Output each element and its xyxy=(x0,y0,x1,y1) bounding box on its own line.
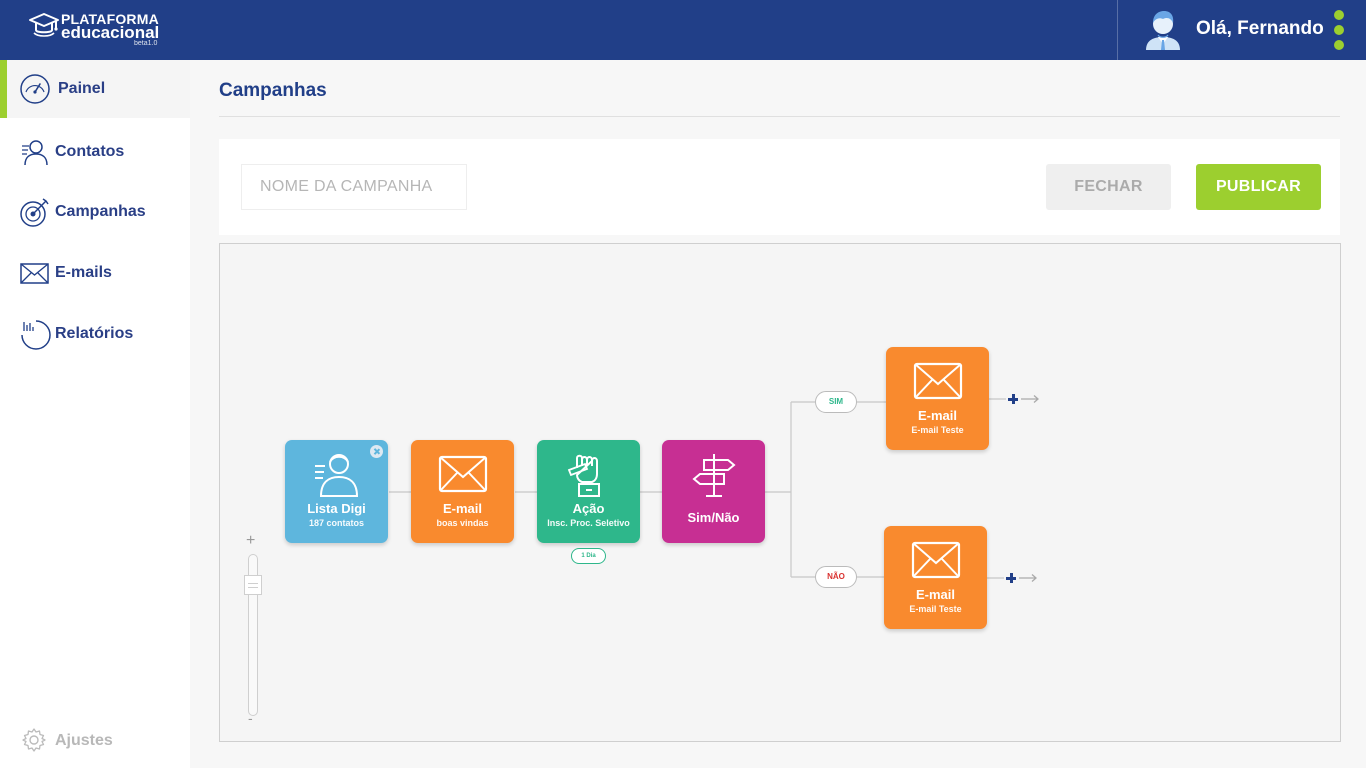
delay-badge[interactable]: 1 Dia xyxy=(571,548,606,564)
raised-fist-icon xyxy=(567,454,600,497)
node-title: E-mail xyxy=(442,501,482,516)
zoom-slider-handle[interactable] xyxy=(244,575,262,595)
flow-connectors xyxy=(389,398,1006,579)
signpost-icon xyxy=(692,454,736,497)
arrow-right-icon xyxy=(1021,395,1039,403)
node-title: Ação xyxy=(572,501,605,516)
chart-icon xyxy=(21,320,51,350)
close-button[interactable]: FECHAR xyxy=(1046,164,1171,210)
publish-button[interactable]: PUBLICAR xyxy=(1196,164,1321,210)
settings-label: Ajustes xyxy=(55,732,113,749)
flow-node-yes-no[interactable]: Sim/Não xyxy=(662,440,765,543)
top-bar: PLATAFORMA educacional beta1.0 Olá, Fern… xyxy=(0,0,1366,60)
sidebar-item-relatorios[interactable]: Relatórios xyxy=(0,305,190,363)
sidebar: Painel Contatos Campanhas E-mails Relató… xyxy=(0,60,190,768)
node-subtitle: 187 contatos xyxy=(308,518,365,528)
envelope-icon xyxy=(438,455,488,493)
zoom-out-button[interactable]: - xyxy=(248,710,253,726)
flow-canvas[interactable]: Lista Digi 187 contatos E-mail boas vind… xyxy=(219,243,1341,742)
flow-node-email-no[interactable]: E-mail E-mail Teste xyxy=(884,526,987,629)
add-step-button[interactable] xyxy=(1004,571,1018,585)
node-title: E-mail xyxy=(917,408,957,423)
arrow-right-icon xyxy=(1019,574,1037,582)
envelope-icon xyxy=(20,263,49,284)
graduation-cap-icon xyxy=(29,13,59,37)
remove-node-icon[interactable] xyxy=(370,445,383,458)
campaign-name-input[interactable] xyxy=(241,164,467,210)
user-avatar-icon[interactable] xyxy=(1142,8,1184,50)
title-divider xyxy=(219,116,1340,117)
campaign-toolbar: FECHAR PUBLICAR xyxy=(219,139,1340,235)
zoom-in-button[interactable]: + xyxy=(246,532,255,550)
target-icon xyxy=(20,198,49,227)
node-subtitle: E-mail Teste xyxy=(909,604,962,614)
sidebar-item-emails[interactable]: E-mails xyxy=(0,244,190,302)
sidebar-item-contatos[interactable]: Contatos xyxy=(0,123,190,181)
page-title: Campanhas xyxy=(219,80,327,101)
speedometer-icon xyxy=(20,74,50,104)
flow-node-email-yes[interactable]: E-mail E-mail Teste xyxy=(886,347,989,450)
envelope-icon xyxy=(911,541,961,579)
sidebar-item-label: Relatórios xyxy=(55,325,134,342)
branch-yes-label[interactable]: SIM xyxy=(815,391,857,413)
kebab-dot xyxy=(1334,25,1344,35)
sidebar-item-ajustes[interactable]: Ajustes xyxy=(0,722,190,758)
sidebar-item-label: Campanhas xyxy=(55,203,145,220)
sidebar-item-painel[interactable]: Painel xyxy=(0,60,190,118)
node-title: Sim/Não xyxy=(687,510,740,525)
header-divider xyxy=(1117,0,1118,60)
kebab-dot xyxy=(1334,10,1344,20)
flow-node-contact-list[interactable]: Lista Digi 187 contatos xyxy=(285,440,388,543)
person-list-icon xyxy=(315,454,359,497)
flow-node-email-welcome[interactable]: E-mail boas vindas xyxy=(411,440,514,543)
gear-icon xyxy=(22,728,46,752)
sidebar-item-label: E-mails xyxy=(55,264,112,281)
kebab-menu-icon[interactable] xyxy=(1332,10,1346,52)
node-subtitle: Insc. Proc. Seletivo xyxy=(547,518,630,528)
logo[interactable]: PLATAFORMA educacional beta1.0 xyxy=(28,9,178,53)
node-subtitle: E-mail Teste xyxy=(911,425,964,435)
sidebar-item-label: Painel xyxy=(58,80,106,97)
logo-version: beta1.0 xyxy=(134,40,158,47)
node-title: Lista Digi xyxy=(307,501,366,516)
node-title: E-mail xyxy=(915,587,955,602)
branch-no-label[interactable]: NÃO xyxy=(815,566,857,588)
envelope-icon xyxy=(913,362,963,400)
user-greeting: Olá, Fernando xyxy=(1196,18,1324,39)
sidebar-item-campanhas[interactable]: Campanhas xyxy=(0,183,190,241)
add-step-button[interactable] xyxy=(1006,392,1020,406)
contacts-icon xyxy=(22,140,48,166)
sidebar-item-label: Contatos xyxy=(55,143,125,160)
node-subtitle: boas vindas xyxy=(436,518,489,528)
flow-node-action[interactable]: Ação Insc. Proc. Seletivo xyxy=(537,440,640,543)
kebab-dot xyxy=(1334,40,1344,50)
